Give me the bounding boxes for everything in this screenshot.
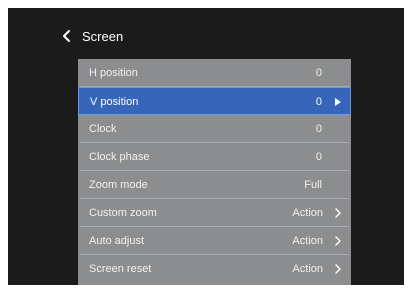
osd-window: Screen H position 0 V position 0 Clock 0… [8, 8, 404, 285]
menu-item-label: Screen reset [89, 263, 152, 275]
menu-item-label: Zoom mode [89, 179, 148, 191]
menu-item-value: Action [292, 235, 323, 247]
menu-item-clock[interactable]: Clock 0 [78, 115, 351, 143]
menu-item-clock-phase[interactable]: Clock phase 0 [78, 143, 351, 171]
menu-item-v-position[interactable]: V position 0 [78, 87, 351, 115]
menu-item-zoom-mode[interactable]: Zoom mode Full [78, 171, 351, 199]
menu-item-label: Clock phase [89, 151, 150, 163]
menu-item-label: Custom zoom [89, 207, 157, 219]
page-title: Screen [82, 28, 124, 44]
chevron-right-icon [333, 199, 343, 227]
chevron-left-icon[interactable] [60, 26, 74, 46]
menu-header: Screen [60, 26, 123, 46]
menu-item-label: Clock [89, 123, 117, 135]
menu-item-value: 0 [315, 123, 322, 135]
menu-item-auto-adjust[interactable]: Auto adjust Action [78, 227, 351, 255]
menu-item-value: Action [292, 263, 323, 275]
settings-panel: H position 0 V position 0 Clock 0 Clock … [78, 59, 351, 285]
menu-item-value: 0 [315, 67, 322, 79]
menu-item-h-position[interactable]: H position 0 [78, 59, 351, 87]
menu-item-value: 0 [315, 151, 322, 163]
triangle-right-icon [333, 88, 343, 116]
chevron-right-icon [333, 227, 343, 255]
menu-item-label: H position [89, 67, 138, 79]
menu-item-label: Auto adjust [89, 235, 145, 247]
menu-item-custom-zoom[interactable]: Custom zoom Action [78, 199, 351, 227]
menu-item-screen-reset[interactable]: Screen reset Action [78, 255, 351, 283]
menu-item-label: V position [90, 96, 139, 108]
menu-item-value: 0 [315, 96, 322, 108]
menu-item-value: Action [292, 207, 323, 219]
menu-item-value: Full [304, 179, 322, 191]
chevron-right-icon [333, 255, 343, 283]
